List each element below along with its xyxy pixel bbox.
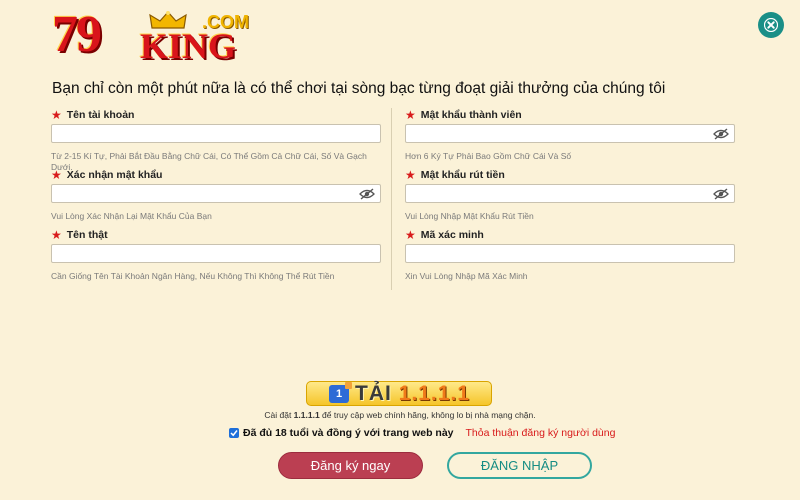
required-star-icon: ★ [405,228,416,242]
install-note-app: 1.1.1.1 [293,410,320,420]
terms-link[interactable]: Thỏa thuận đăng ký người dùng [466,427,616,439]
required-star-icon: ★ [405,108,416,122]
required-star-icon: ★ [405,168,416,182]
withdraw-password-input[interactable] [406,186,734,204]
eye-slash-icon[interactable] [713,128,729,140]
install-note: Cài đặt 1.1.1.1 để truy cập web chính hã… [264,410,536,420]
page-headline: Bạn chỉ còn một phút nữa là có thể chơi … [52,80,666,97]
form-column-left: ★ Tên tài khoản Từ 2-15 Kí Tự, Phải Bắt … [51,108,381,288]
field-label: Xác nhận mật khẩu [66,169,163,181]
field-hint: Vui Lòng Xác Nhận Lại Mật Khẩu Của Bạn [51,211,212,221]
field-label: Mật khẩu rút tiền [420,169,505,181]
member-password-input[interactable] [406,126,734,144]
logo-word: KING [140,26,237,66]
eye-slash-icon[interactable] [713,188,729,200]
field-label: Mã xác minh [420,229,484,241]
banner-version: 1.1.1.1 [398,381,470,405]
field-hint: Xin Vui Lòng Nhập Mã Xác Minh [405,271,528,281]
verification-code-input[interactable] [406,246,734,264]
logo-suffix: .COM [202,12,249,32]
field-username: ★ Tên tài khoản Từ 2-15 Kí Tự, Phải Bắt … [51,108,381,172]
real-name-input[interactable] [52,246,380,264]
form-column-right: ★ Mật khẩu thành viên Hơn 6 Ký Tự Phải B… [405,108,735,288]
field-real-name: ★ Tên thật Cần Giống Tên Tài Khoản Ngân … [51,228,381,288]
banner-prefix: TẢI [355,381,399,405]
field-label: Mật khẩu thành viên [420,109,522,121]
username-input[interactable] [52,126,380,144]
field-withdraw-password: ★ Mật khẩu rút tiền Vui Lòng Nhập Mật Kh… [405,168,735,228]
download-1111-banner[interactable]: 1 TẢI 1.1.1.1 [306,381,492,406]
field-hint: Cần Giống Tên Tài Khoản Ngân Hàng, Nếu K… [51,271,335,281]
field-label: Tên thật [66,229,108,241]
field-verification-code: ★ Mã xác minh Xin Vui Lòng Nhập Mã Xác M… [405,228,735,288]
field-member-password: ★ Mật khẩu thành viên Hơn 6 Ký Tự Phải B… [405,108,735,168]
required-star-icon: ★ [51,168,62,182]
close-button[interactable] [758,12,784,38]
field-hint: Vui Lòng Nhập Mật Khẩu Rút Tiền [405,211,534,221]
agree-row: Đã đủ 18 tuổi và đồng ý với trang web nà… [229,427,615,439]
app-1111-icon: 1 [329,381,352,403]
close-icon [764,18,778,32]
logo-numeral: 79 [52,6,102,63]
brand-logo: 79 KING .COM [52,6,249,66]
eye-slash-icon[interactable] [359,188,375,200]
confirm-password-input[interactable] [52,186,380,204]
agree-checkbox[interactable] [229,428,239,438]
register-button[interactable]: Đăng ký ngay [278,452,423,479]
agree-text: Đã đủ 18 tuổi và đồng ý với trang web nà… [243,427,454,439]
column-divider [391,108,392,290]
field-hint: Hơn 6 Ký Tự Phải Bao Gồm Chữ Cái Và Số [405,151,572,161]
field-label: Tên tài khoản [66,109,135,121]
login-button[interactable]: ĐĂNG NHẬP [447,452,592,479]
required-star-icon: ★ [51,228,62,242]
required-star-icon: ★ [51,108,62,122]
field-confirm-password: ★ Xác nhận mật khẩu Vui Lòng Xác Nhận Lạ… [51,168,381,228]
checkmark-icon [230,430,238,437]
